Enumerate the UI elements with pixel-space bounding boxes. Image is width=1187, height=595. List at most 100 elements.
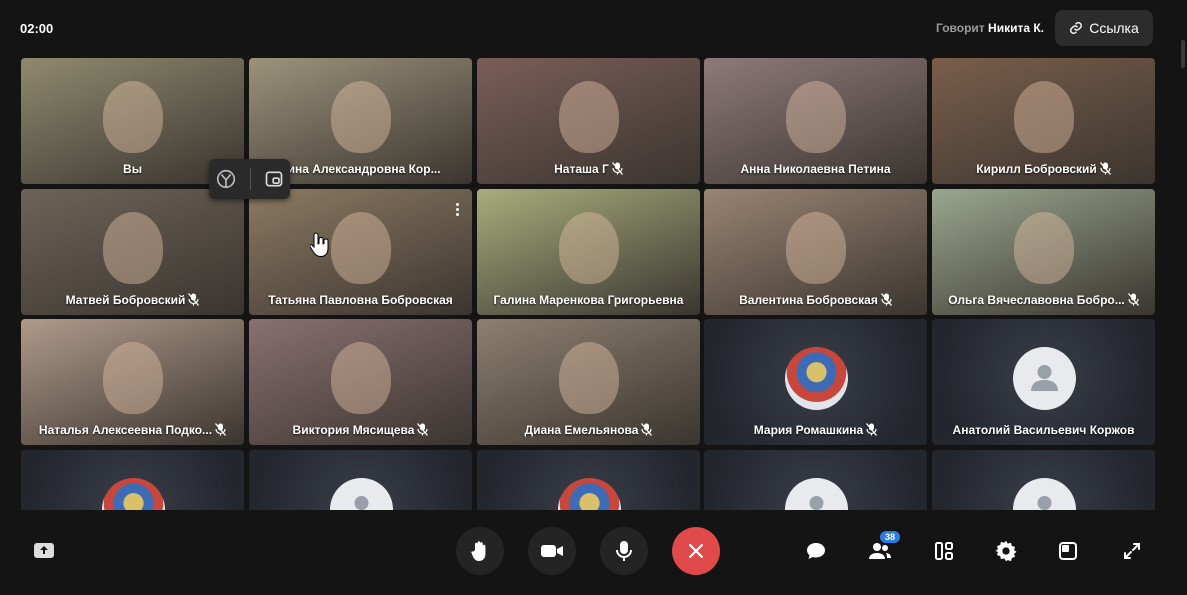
participant-name: Ольга Вячеславовна Бобро... xyxy=(932,293,1155,307)
video-feed xyxy=(102,341,163,414)
more-options-icon[interactable] xyxy=(456,203,460,218)
participant-name-text: Мария Ромашкина xyxy=(753,423,864,437)
picture-in-picture-button[interactable] xyxy=(1054,537,1082,565)
speaker-name: Никита К. xyxy=(988,21,1044,35)
end-call-button[interactable] xyxy=(672,527,720,575)
participant-tile[interactable] xyxy=(249,450,472,510)
copy-link-button[interactable]: Ссылка xyxy=(1055,10,1153,46)
raise-hand-button[interactable] xyxy=(456,527,504,575)
participants-button[interactable]: 38 xyxy=(866,531,900,565)
avatar xyxy=(1012,347,1076,410)
participant-tile[interactable]: Виктория Мясищева xyxy=(249,319,472,445)
video-feed xyxy=(785,211,846,284)
mic-muted-icon xyxy=(417,423,429,436)
participant-tile[interactable]: Валентина Бобровская xyxy=(704,189,927,315)
participant-name-text: Галина Маренкова Григорьевна xyxy=(493,293,684,307)
camera-icon xyxy=(541,545,563,557)
participant-tile[interactable]: Галина Маренкова Григорьевна xyxy=(477,189,700,315)
participant-name-text: Диана Емельянова xyxy=(524,423,639,437)
camera-button[interactable] xyxy=(528,527,576,575)
raise-hand-icon xyxy=(471,541,486,561)
user-icon xyxy=(1030,365,1058,391)
avatar xyxy=(784,478,848,510)
share-screen-icon xyxy=(34,543,54,558)
mic-muted-icon xyxy=(880,293,892,306)
participant-tile[interactable] xyxy=(932,450,1155,510)
hand-cursor-icon xyxy=(309,231,330,262)
participant-tile[interactable]: Анна Николаевна Петина xyxy=(704,58,927,184)
participant-name: Валентина Бобровская xyxy=(704,293,927,307)
video-feed xyxy=(558,341,619,414)
chat-icon xyxy=(807,543,825,559)
call-controls-bar: 38 xyxy=(0,515,1187,595)
participant-name-text: Кирилл Бобровский xyxy=(976,162,1097,176)
participant-name: Анна Николаевна Петина xyxy=(704,162,927,176)
participant-name-text: Наташа Г xyxy=(554,162,609,176)
pip-icon xyxy=(1059,542,1077,560)
user-icon xyxy=(809,496,823,510)
chat-button[interactable] xyxy=(802,537,830,565)
video-feed xyxy=(330,80,391,153)
participant-name-text: Татьяна Павловна Бобровская xyxy=(268,293,453,307)
participant-tile[interactable]: Матвей Бобровский xyxy=(21,189,244,315)
participant-tile[interactable]: Ольга Вячеславовна Бобро... xyxy=(932,189,1155,315)
video-feed xyxy=(102,80,163,153)
mic-muted-icon xyxy=(641,423,653,436)
avatar xyxy=(784,347,848,410)
participant-name-text: Валентина Бобровская xyxy=(739,293,878,307)
participant-name-text: Анатолий Васильевич Коржов xyxy=(952,423,1135,437)
participant-tile[interactable]: Наталья Алексеевна Подко... xyxy=(21,319,244,445)
participant-tile[interactable]: Татьяна Павловна Бобровская xyxy=(249,189,472,315)
layout-button[interactable] xyxy=(930,537,958,565)
picture-in-picture-icon[interactable] xyxy=(264,169,284,189)
video-feed xyxy=(102,211,163,284)
mic-muted-icon xyxy=(215,423,227,436)
participant-tile[interactable] xyxy=(477,450,700,510)
participant-tile[interactable]: Мария Ромашкина xyxy=(704,319,927,445)
video-feed xyxy=(558,211,619,284)
participant-name-text: Матвей Бобровский xyxy=(65,293,186,307)
settings-button[interactable] xyxy=(992,537,1020,565)
fullscreen-button[interactable] xyxy=(1118,537,1146,565)
video-feed xyxy=(330,341,391,414)
participant-name-text: Виктория Мясищева xyxy=(292,423,415,437)
video-feed xyxy=(785,80,846,153)
participants-grid: Вы нина Александровна Кор... Наташа Г Анна … xyxy=(21,58,1155,510)
avatar xyxy=(101,478,165,510)
participant-name: Галина Маренкова Григорьевна xyxy=(477,293,700,307)
copy-link-label: Ссылка xyxy=(1089,20,1139,36)
link-icon xyxy=(1070,22,1083,34)
avatar xyxy=(557,478,621,510)
mic-muted-icon xyxy=(188,293,200,306)
participant-tile[interactable]: Кирилл Бобровский xyxy=(932,58,1155,184)
toolbar-separator xyxy=(249,168,251,190)
participant-name-text: Ольга Вячеславовна Бобро... xyxy=(948,293,1125,307)
pin-icon[interactable] xyxy=(215,168,237,190)
participant-name: Виктория Мясищева xyxy=(249,423,472,437)
avatar xyxy=(329,478,393,510)
scrollbar-thumb[interactable] xyxy=(1181,40,1185,68)
participant-name: Кирилл Бобровский xyxy=(932,162,1155,176)
video-feed xyxy=(330,211,391,284)
avatar xyxy=(1012,478,1076,510)
participant-name: Татьяна Павловна Бобровская xyxy=(249,293,472,307)
share-screen-button[interactable] xyxy=(30,537,58,565)
mic-muted-icon xyxy=(611,162,623,175)
microphone-button[interactable] xyxy=(600,527,648,575)
participant-name: Диана Емельянова xyxy=(477,423,700,437)
tile-hover-toolbar xyxy=(209,159,290,199)
video-feed xyxy=(1013,211,1074,284)
participant-name-text: нина Александровна Кор... xyxy=(280,162,441,176)
end-call-icon xyxy=(688,543,704,559)
participant-name: Наталья Алексеевна Подко... xyxy=(21,423,244,437)
user-icon xyxy=(1037,496,1051,510)
participant-tile[interactable] xyxy=(21,450,244,510)
participant-tile[interactable]: Диана Емельянова xyxy=(477,319,700,445)
speaking-label: Говорит xyxy=(936,21,985,35)
microphone-icon xyxy=(616,541,632,561)
participant-tile[interactable]: Наташа Г xyxy=(477,58,700,184)
participant-name-text: Вы xyxy=(123,162,142,176)
participant-tile[interactable]: Анатолий Васильевич Коржов xyxy=(932,319,1155,445)
user-icon xyxy=(354,496,368,510)
participant-tile[interactable] xyxy=(704,450,927,510)
